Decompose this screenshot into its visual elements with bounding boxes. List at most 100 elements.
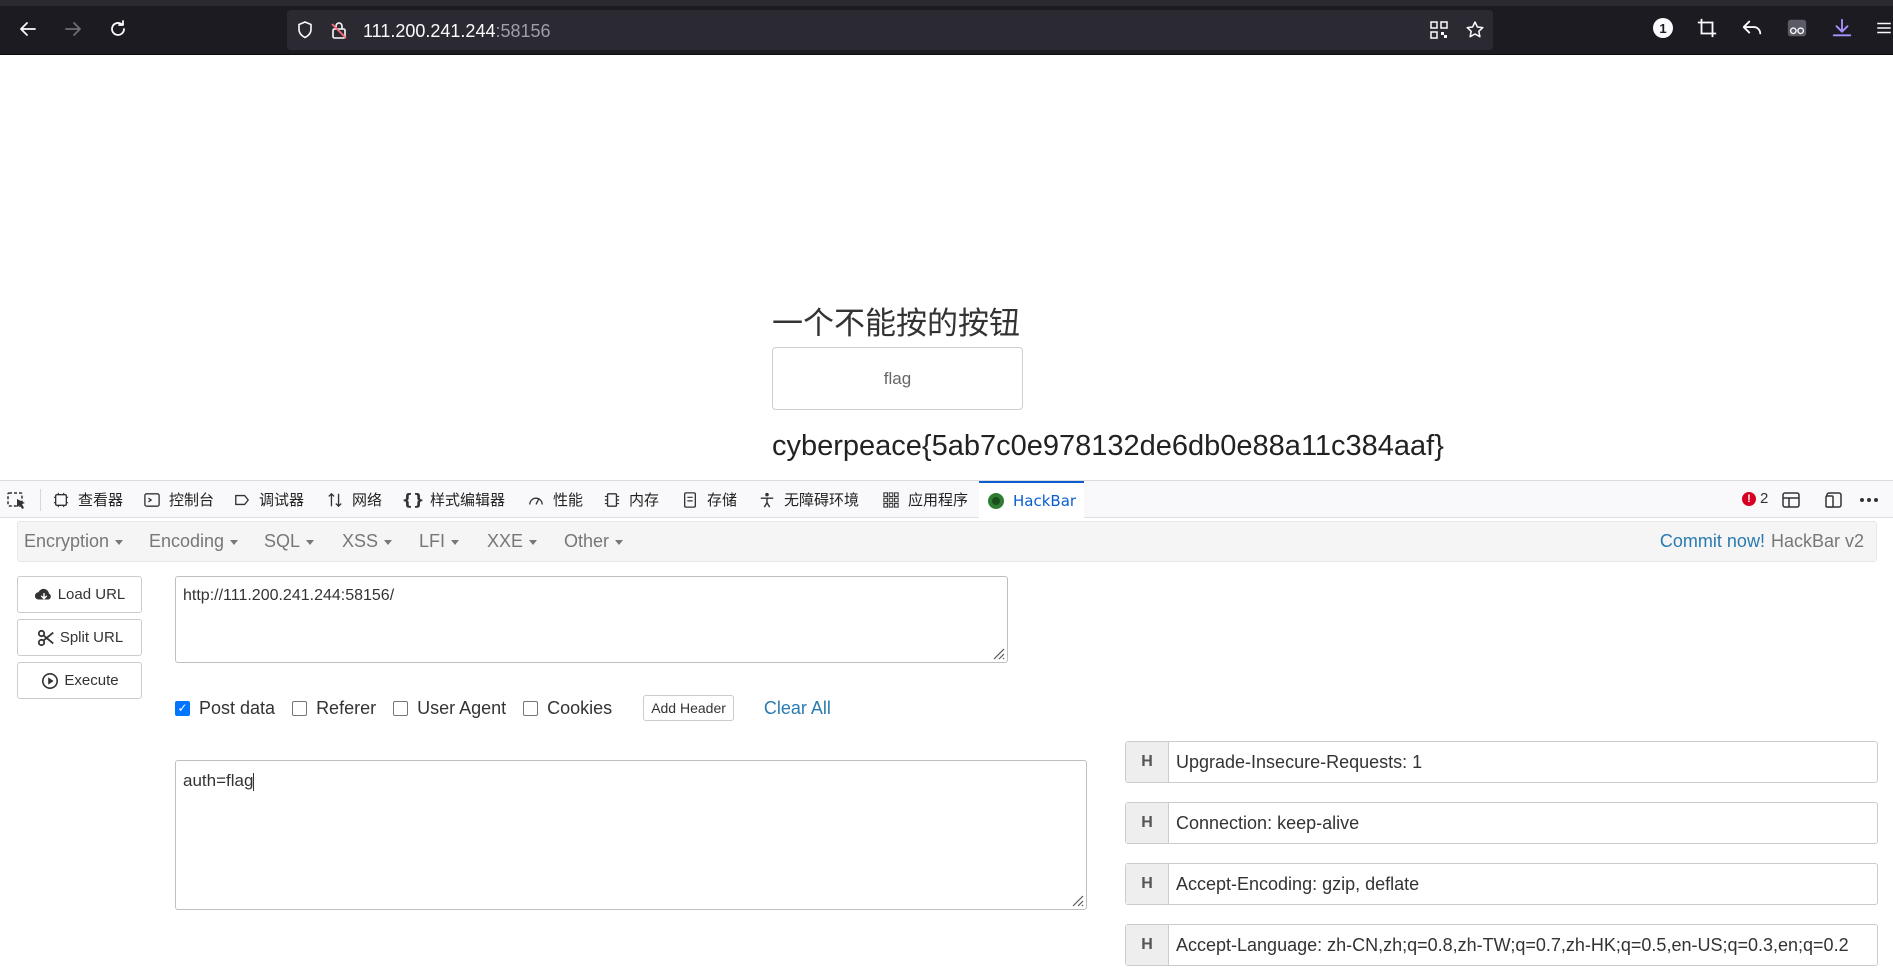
tab-inspector[interactable]: 查看器 (52, 481, 123, 518)
options-row: ✓ Post data Referer User Agent Cookies Ad… (175, 695, 831, 721)
header-tag[interactable]: H (1126, 803, 1169, 843)
menu-hamburger-icon[interactable] (1875, 16, 1893, 40)
menu-xxe[interactable]: XXE (487, 522, 538, 561)
load-url-button[interactable]: Load URL (17, 576, 142, 613)
extension-badge-icon[interactable]: 1 (1651, 16, 1675, 40)
chevron-down-icon (230, 540, 239, 545)
tab-strip-edge (0, 0, 1893, 6)
memory-icon (603, 491, 621, 509)
add-header-button[interactable]: Add Header (643, 695, 734, 721)
forward-icon[interactable] (58, 14, 88, 44)
browser-toolbar: 111.200.241.244:58156 1 (0, 0, 1893, 55)
split-url-button[interactable]: Split URL (17, 619, 142, 656)
console-icon (143, 491, 161, 509)
element-picker-icon[interactable] (6, 490, 28, 510)
cloud-download-icon (34, 585, 54, 605)
tab-label: 调试器 (259, 491, 305, 509)
tab-label: 应用程序 (908, 491, 969, 509)
tab-console[interactable]: 控制台 (143, 481, 214, 518)
undo-arrow-icon[interactable] (1740, 16, 1764, 40)
header-tag[interactable]: H (1126, 742, 1169, 782)
performance-icon (527, 491, 545, 509)
tab-application[interactable]: 应用程序 (882, 481, 968, 518)
flag-button[interactable]: flag (772, 347, 1023, 410)
chevron-down-icon (115, 540, 124, 545)
header-value[interactable]: Accept-Language: zh-CN,zh;q=0.8,zh-TW;q=… (1169, 935, 1849, 956)
accessibility-icon (758, 491, 776, 509)
header-row[interactable]: H Upgrade-Insecure-Requests: 1 (1125, 741, 1878, 783)
url-port: :58156 (495, 21, 551, 41)
header-tag[interactable]: H (1126, 925, 1169, 965)
crop-screenshot-icon[interactable] (1695, 16, 1719, 40)
commit-now-link[interactable]: Commit now! (1660, 531, 1765, 552)
hackbar-icon (987, 492, 1005, 510)
private-mask-icon[interactable] (1785, 16, 1809, 40)
error-count: 2 (1760, 490, 1769, 507)
user-agent-option[interactable]: User Agent (393, 698, 506, 719)
chevron-down-icon (306, 540, 315, 545)
tab-storage[interactable]: 存储 (681, 481, 737, 518)
chevron-down-icon (384, 540, 393, 545)
menu-encoding[interactable]: Encoding (149, 522, 239, 561)
menu-label: Encoding (149, 531, 225, 551)
tab-debugger[interactable]: 调试器 (233, 481, 304, 518)
header-value[interactable]: Connection: keep-alive (1169, 813, 1359, 834)
back-icon[interactable] (13, 14, 43, 44)
header-value[interactable]: Accept-Encoding: gzip, deflate (1169, 874, 1419, 895)
devtools-tab-bar: 查看器 控制台 调试器 网络 {} 样式编辑器 性能 内存 存储 无障碍环境 应… (0, 481, 1893, 518)
referer-option[interactable]: Referer (292, 698, 376, 719)
post-data-textarea[interactable]: auth=flag (175, 760, 1087, 910)
menu-encryption[interactable]: Encryption (24, 522, 124, 561)
tab-network[interactable]: 网络 (326, 481, 382, 518)
menu-lfi[interactable]: LFI (419, 522, 460, 561)
tab-label: 性能 (553, 491, 584, 509)
tab-accessibility[interactable]: 无障碍环境 (758, 481, 859, 518)
cookies-option[interactable]: Cookies (523, 698, 612, 719)
menu-other[interactable]: Other (564, 522, 624, 561)
checkbox-icon[interactable] (292, 700, 308, 716)
header-row[interactable]: H Accept-Language: zh-CN,zh;q=0.8,zh-TW;… (1125, 924, 1878, 966)
resize-grip-icon[interactable] (1070, 893, 1084, 907)
play-circle-icon (40, 671, 60, 691)
tab-label: 存储 (707, 491, 738, 509)
menu-xss[interactable]: XSS (342, 522, 393, 561)
insecure-lock-icon[interactable] (329, 20, 349, 40)
menu-label: XXE (487, 531, 524, 551)
checkbox-checked-icon[interactable]: ✓ (175, 700, 190, 716)
shield-icon[interactable] (295, 20, 315, 40)
download-icon[interactable] (1830, 16, 1854, 40)
post-data-option[interactable]: ✓ Post data (175, 698, 275, 719)
execute-label: Execute (64, 672, 119, 689)
commit-area: Commit now! HackBar v2 (1660, 522, 1864, 561)
url-host: 111.200.241.244 (363, 21, 496, 41)
error-counter[interactable]: ! 2 (1742, 490, 1768, 507)
tab-style-editor[interactable]: {} 样式编辑器 (402, 481, 505, 518)
checkbox-icon[interactable] (393, 700, 409, 716)
page-title: 一个不能按的按钮 (772, 306, 1020, 342)
resize-grip-icon[interactable] (991, 646, 1005, 660)
checkbox-icon[interactable] (523, 700, 539, 716)
tab-hackbar[interactable]: HackBar (979, 481, 1085, 518)
header-value[interactable]: Upgrade-Insecure-Requests: 1 (1169, 752, 1422, 773)
qr-code-icon[interactable] (1429, 20, 1449, 40)
split-console-icon[interactable] (1781, 490, 1801, 510)
reload-icon[interactable] (103, 14, 133, 44)
menu-label: Encryption (24, 531, 110, 551)
bookmark-star-icon[interactable] (1465, 20, 1485, 40)
address-bar[interactable]: 111.200.241.244:58156 (287, 10, 1493, 50)
menu-label: LFI (419, 531, 446, 551)
header-tag[interactable]: H (1126, 864, 1169, 904)
dock-side-icon[interactable] (1824, 490, 1844, 510)
url-textarea[interactable]: http://111.200.241.244:58156/ (175, 576, 1008, 663)
menu-sql[interactable]: SQL (264, 522, 315, 561)
execute-button[interactable]: Execute (17, 662, 142, 699)
tab-performance[interactable]: 性能 (527, 481, 583, 518)
tab-label: 网络 (352, 491, 383, 509)
more-options-icon[interactable] (1859, 490, 1879, 510)
clear-all-link[interactable]: Clear All (764, 698, 831, 719)
flag-output: cyberpeace{5ab7c0e978132de6db0e88a11c384… (772, 430, 1444, 462)
debugger-icon (233, 491, 251, 509)
header-row[interactable]: H Accept-Encoding: gzip, deflate (1125, 863, 1878, 905)
tab-memory[interactable]: 内存 (603, 481, 659, 518)
header-row[interactable]: H Connection: keep-alive (1125, 802, 1878, 844)
